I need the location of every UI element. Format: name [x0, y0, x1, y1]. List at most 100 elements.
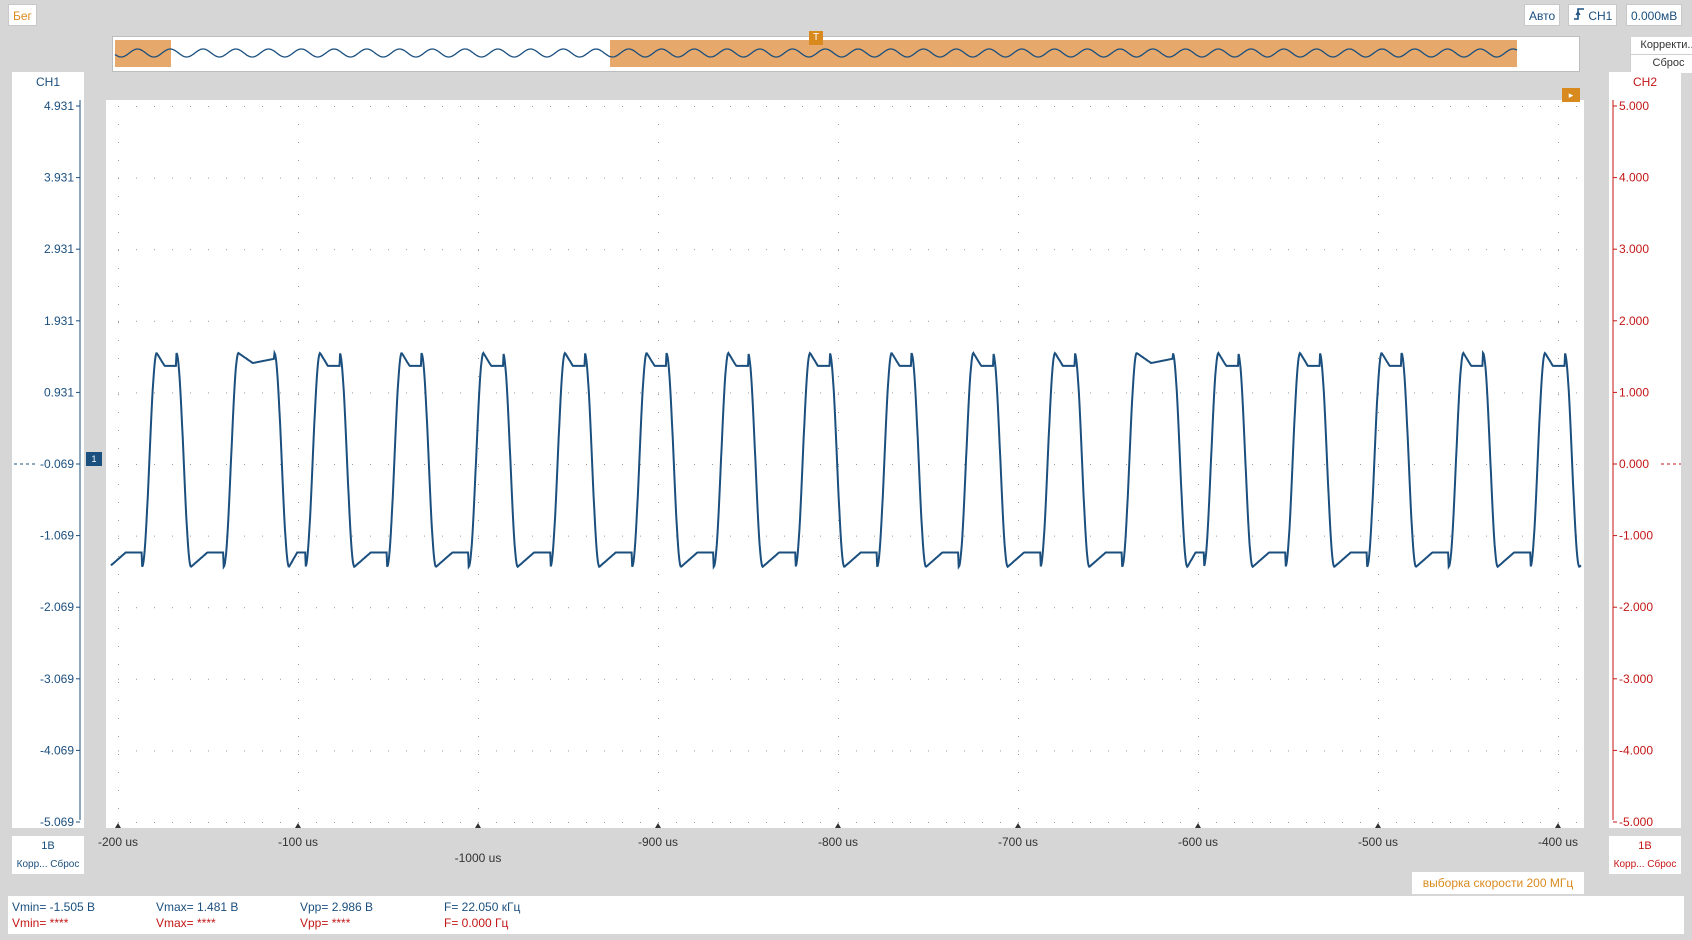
grid-dot [730, 392, 731, 394]
grid-dot [1054, 607, 1055, 609]
grid-dot [1342, 464, 1343, 465]
grid-dot [676, 750, 677, 752]
grid-dot [1198, 320, 1199, 322]
grid-dot [1342, 750, 1343, 752]
grid-dot [1108, 320, 1109, 322]
grid-dot [1198, 286, 1199, 287]
trigger-level-marker[interactable]: ▸ [1562, 88, 1580, 102]
grid-dot [910, 106, 911, 107]
grid-dot [838, 678, 839, 680]
grid-dot [946, 320, 947, 322]
grid-dot [298, 538, 299, 539]
grid-dot [118, 268, 119, 269]
grid-dot [460, 177, 461, 179]
grid-dot [154, 464, 155, 465]
grid-dot [424, 106, 425, 107]
grid-dot [1288, 320, 1289, 322]
grid-dot [1144, 750, 1145, 752]
grid-dot [1324, 535, 1325, 537]
grid-dot [280, 822, 281, 823]
grid-dot [676, 464, 677, 465]
ch1-offset-marker[interactable]: 1 [86, 452, 102, 466]
ch1-header[interactable]: CH1 [12, 72, 84, 92]
grid-dot [1036, 822, 1037, 823]
grid-dot [1486, 320, 1487, 322]
ch2-correction-button[interactable]: Корр... [1614, 859, 1645, 870]
waveform-overview[interactable]: T Корректи... Сброс [112, 31, 1692, 73]
grid-dot [1504, 249, 1505, 251]
grid-dot [172, 249, 173, 251]
grid-dot [244, 607, 245, 609]
grid-dot [298, 268, 299, 269]
grid-dot [856, 822, 857, 823]
grid-dot [478, 466, 479, 467]
grid-dot [280, 607, 281, 609]
grid-dot [1126, 106, 1127, 107]
grid-dot [1270, 106, 1271, 107]
ch2-header[interactable]: CH2 [1609, 72, 1681, 92]
grid-dot [532, 177, 533, 179]
scope-plot-area[interactable]: 1 ▸ [86, 88, 1584, 828]
grid-dot [514, 106, 515, 107]
grid-dot [1216, 392, 1217, 394]
grid-dot [172, 106, 173, 107]
grid-dot [1288, 678, 1289, 680]
grid-dot [910, 750, 911, 752]
grid-dot [1018, 177, 1019, 179]
grid-dot [1378, 124, 1379, 125]
sample-rate-label: выборка скорости 200 МГц [1412, 872, 1584, 894]
correction-button[interactable]: Корректи... [1631, 37, 1692, 55]
grid-dot [658, 718, 659, 719]
grid-dot [334, 249, 335, 251]
trigger-mode-button[interactable]: Авто [1524, 4, 1561, 26]
grid-dot [1306, 392, 1307, 394]
grid-dot [1432, 464, 1433, 465]
grid-dot [118, 556, 119, 557]
grid-dot [658, 678, 659, 680]
ch2-scale-label[interactable]: 1В [1609, 836, 1681, 856]
grid-dot [298, 142, 299, 143]
grid-dot [1198, 610, 1199, 611]
trigger-level-button[interactable]: 0.000мВ [1626, 4, 1683, 26]
ch2-vmax: Vmax= **** [156, 916, 216, 930]
grid-dot [802, 822, 803, 823]
grid-dot [1558, 106, 1559, 107]
trigger-source-button[interactable]: CH1 [1568, 4, 1618, 26]
grid-dot [982, 249, 983, 251]
run-button[interactable]: Бег [8, 4, 37, 26]
grid-dot [640, 320, 641, 322]
overview-reset-button[interactable]: Сброс [1631, 55, 1692, 72]
ch1-correction-button[interactable]: Корр... [17, 859, 48, 870]
grid-dot [658, 466, 659, 467]
grid-dot [622, 177, 623, 179]
overview-trigger-marker[interactable]: T [809, 31, 823, 45]
grid-dot [1342, 320, 1343, 322]
ch2-reset-button[interactable]: Сброс [1647, 859, 1676, 870]
grid-dot [406, 249, 407, 251]
grid-dot [298, 466, 299, 467]
grid-dot [154, 106, 155, 107]
grid-dot [1378, 718, 1379, 719]
grid-dot [460, 678, 461, 680]
grid-dot [1000, 822, 1001, 823]
grid-dot [964, 392, 965, 394]
grid-dot [712, 607, 713, 609]
grid-dot [514, 249, 515, 251]
grid-dot [352, 750, 353, 752]
ch1-reset-button[interactable]: Сброс [50, 859, 79, 870]
grid-dot [694, 464, 695, 465]
grid-dot [1342, 607, 1343, 609]
grid-dot [1090, 678, 1091, 680]
ch1-y-tick-label: 0.931 [44, 385, 74, 399]
grid-dot [1504, 177, 1505, 179]
ch1-scale-label[interactable]: 1В [12, 836, 84, 856]
grid-dot [586, 392, 587, 394]
grid-dot [1468, 177, 1469, 179]
grid-dot [298, 358, 299, 359]
grid-dot [208, 106, 209, 107]
grid-dot [1198, 249, 1199, 251]
grid-dot [244, 177, 245, 179]
grid-dot [298, 106, 299, 107]
grid-dot [1486, 678, 1487, 680]
grid-dot [748, 392, 749, 394]
